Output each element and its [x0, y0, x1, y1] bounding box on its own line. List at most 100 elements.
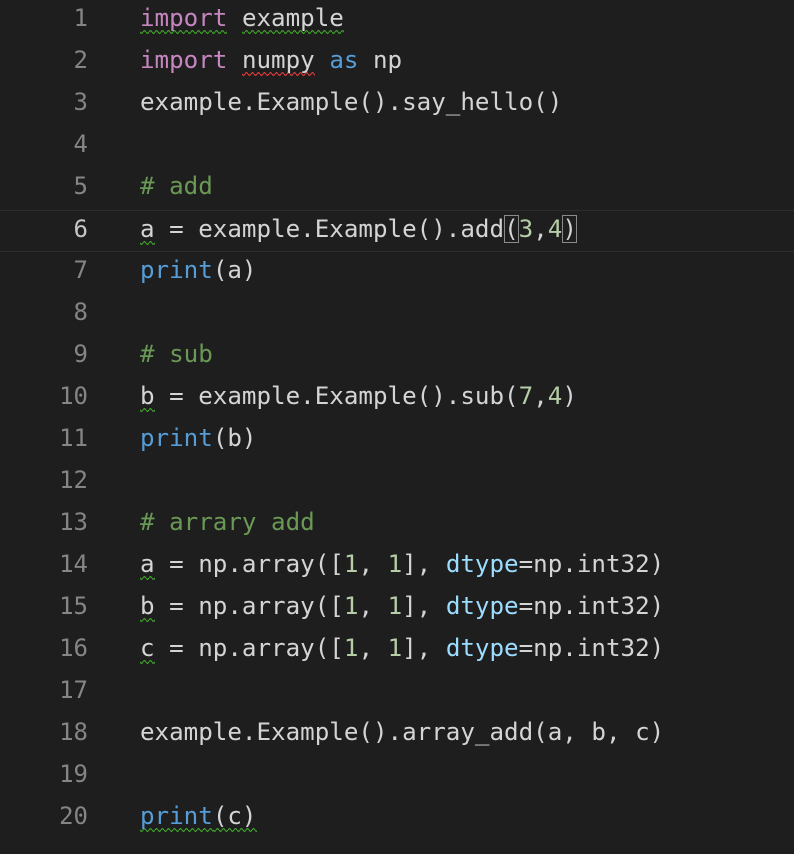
code-line[interactable]: 14 a = np.array([1, 1], dtype=np.int32)	[0, 546, 794, 588]
code-token: = np.array([	[154, 634, 344, 662]
code-line[interactable]: 8	[0, 294, 794, 336]
code-token: 1	[387, 592, 403, 620]
line-number: 4	[73, 130, 88, 158]
code-line[interactable]: 19	[0, 756, 794, 798]
code-text: a = np.array([1, 1], dtype=np.int32)	[140, 546, 664, 582]
code-token: 4	[547, 382, 563, 410]
code-token: a	[140, 550, 155, 578]
line-number: 5	[73, 172, 88, 200]
line-number: 18	[59, 718, 88, 746]
code-line[interactable]: 13 # arrary add	[0, 504, 794, 546]
code-token: 1	[343, 634, 359, 662]
code-token: example	[241, 4, 344, 32]
code-text: print(b)	[140, 420, 257, 456]
code-editor[interactable]: 1 import example 2 import numpy as np 3 examp…	[0, 0, 794, 854]
code-token: print	[140, 802, 213, 830]
code-token: np	[358, 46, 403, 74]
line-number: 16	[59, 634, 88, 662]
code-token: ],	[402, 550, 446, 578]
code-token: =np.int32)	[518, 550, 665, 578]
code-line[interactable]: 4	[0, 126, 794, 168]
code-token: =np.int32)	[518, 634, 665, 662]
code-token: b	[140, 592, 155, 620]
code-line[interactable]: 18 example.Example().array_add(a, b, c)	[0, 714, 794, 756]
code-line[interactable]: 16 c = np.array([1, 1], dtype=np.int32)	[0, 630, 794, 672]
code-line[interactable]: 5 # add	[0, 168, 794, 210]
code-line[interactable]: 9 # sub	[0, 336, 794, 378]
code-token: numpy	[241, 46, 315, 74]
code-line[interactable]: 15 b = np.array([1, 1], dtype=np.int32)	[0, 588, 794, 630]
code-token: print	[140, 256, 213, 284]
code-line[interactable]: 7 print(a)	[0, 252, 794, 294]
code-token: a	[140, 215, 155, 243]
line-number: 1	[73, 4, 88, 32]
code-line[interactable]: 1 import example	[0, 0, 794, 42]
code-token: ],	[402, 592, 446, 620]
line-number: 15	[59, 592, 88, 620]
code-token: import	[140, 4, 228, 32]
code-token: ,	[533, 215, 548, 243]
line-number: 8	[73, 298, 88, 326]
line-number: 10	[59, 382, 88, 410]
code-token: b	[140, 382, 155, 410]
code-token: )	[562, 215, 577, 243]
code-line[interactable]: 6 a = example.Example().add(3,4)	[0, 210, 794, 252]
code-token: ,	[533, 382, 548, 410]
code-line[interactable]: 12	[0, 462, 794, 504]
line-number: 11	[59, 424, 88, 452]
code-text: import example	[140, 0, 344, 36]
code-text: b = example.Example().sub(7,4)	[140, 378, 577, 414]
code-text: a = example.Example().add(3,4)	[140, 211, 577, 247]
code-line[interactable]: 2 import numpy as np	[0, 42, 794, 84]
code-token: = example.Example().sub(	[154, 382, 519, 410]
code-token: (	[504, 215, 519, 243]
code-line[interactable]: 11 print(b)	[0, 420, 794, 462]
code-token: 1	[343, 550, 359, 578]
code-token: # arrary add	[140, 508, 315, 536]
code-token: dtype	[445, 592, 519, 620]
line-number: 20	[59, 802, 88, 830]
line-number: 19	[59, 760, 88, 788]
code-text: example.Example().array_add(a, b, c)	[140, 714, 664, 750]
code-token: c	[140, 634, 155, 662]
code-text: # arrary add	[140, 504, 315, 540]
code-line[interactable]: 3 example.Example().say_hello()	[0, 84, 794, 126]
line-number: 7	[73, 256, 88, 284]
line-number: 6	[73, 215, 88, 243]
code-token: (b)	[212, 424, 257, 452]
code-token: # add	[140, 172, 213, 200]
code-token: as	[329, 46, 359, 74]
line-number: 2	[73, 46, 88, 74]
line-number: 3	[73, 88, 88, 116]
line-number: 9	[73, 340, 88, 368]
code-token: dtype	[445, 550, 519, 578]
code-text: example.Example().say_hello()	[140, 84, 562, 120]
code-token: example.Example().array_add(a, b, c)	[140, 718, 665, 746]
code-token: 7	[518, 382, 534, 410]
line-number: 14	[59, 550, 88, 578]
code-token: )	[562, 382, 577, 410]
code-token: =np.int32)	[518, 592, 665, 620]
code-line[interactable]: 10 b = example.Example().sub(7,4)	[0, 378, 794, 420]
code-token: ,	[358, 592, 388, 620]
code-text: # sub	[140, 336, 213, 372]
code-token: # sub	[140, 340, 213, 368]
code-token: = example.Example().add	[154, 215, 505, 243]
code-text: import numpy as np	[140, 42, 402, 78]
code-token: = np.array([	[154, 550, 344, 578]
code-token: 1	[343, 592, 359, 620]
line-number: 13	[59, 508, 88, 536]
code-token: 1	[387, 550, 403, 578]
code-token: print	[140, 424, 213, 452]
code-line[interactable]: 17	[0, 672, 794, 714]
code-token: (c)	[212, 802, 257, 830]
line-number: 17	[59, 676, 88, 704]
code-token: ,	[358, 550, 388, 578]
code-token: ],	[402, 634, 446, 662]
line-number: 12	[59, 466, 88, 494]
code-line[interactable]: 20 print(c)	[0, 798, 794, 840]
code-token: dtype	[445, 634, 519, 662]
